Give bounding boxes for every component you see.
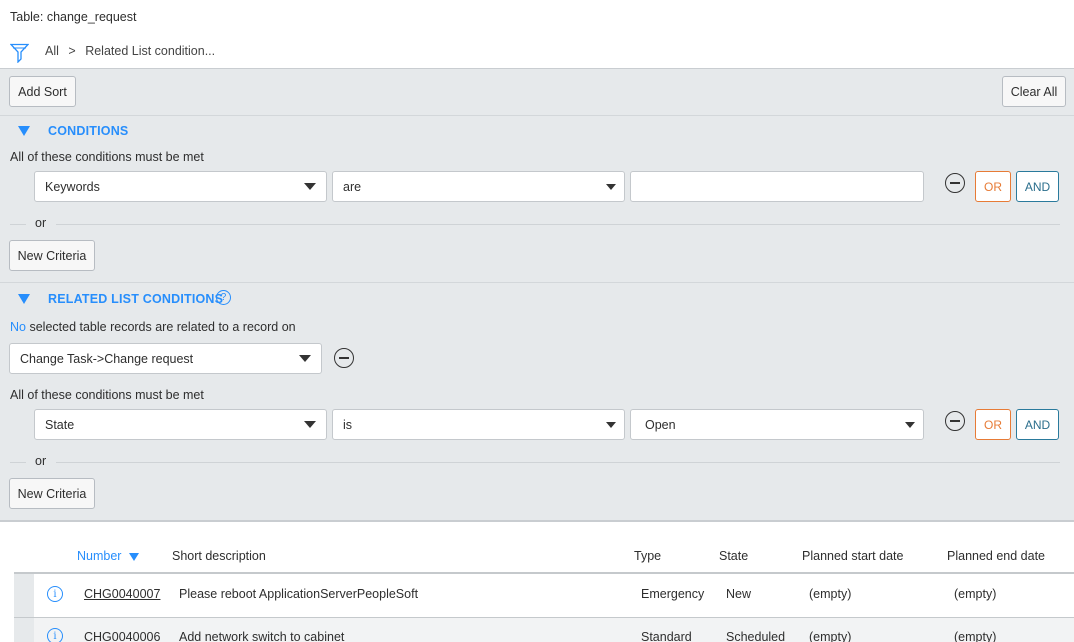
filter-icon[interactable] — [9, 43, 30, 64]
condition-field-select[interactable]: Keywords — [34, 171, 327, 202]
row-gutter — [14, 618, 34, 642]
related-operator-value: is — [343, 417, 353, 432]
row-planned-end: (empty) — [954, 630, 997, 642]
chevron-down-icon — [299, 355, 311, 362]
chevron-down-icon — [304, 421, 316, 428]
related-field-value: State — [45, 417, 75, 432]
collapse-conditions-icon[interactable] — [18, 126, 30, 136]
and-button[interactable]: AND — [1016, 409, 1059, 440]
add-sort-button[interactable]: Add Sort — [9, 76, 76, 107]
column-header-state[interactable]: State — [719, 549, 748, 563]
or-divider-right — [56, 462, 1060, 463]
chevron-down-icon — [304, 183, 316, 190]
remove-condition-icon[interactable] — [945, 173, 965, 193]
remove-related-icon[interactable] — [334, 348, 354, 368]
breadcrumb-current[interactable]: Related List condition... — [85, 44, 215, 58]
row-type: Standard — [641, 630, 692, 642]
chevron-down-icon — [606, 422, 616, 428]
condition-operator-select[interactable]: are — [332, 171, 625, 202]
or-button[interactable]: OR — [975, 409, 1011, 440]
new-criteria-button[interactable]: New Criteria — [9, 478, 95, 509]
or-divider-left — [10, 224, 26, 225]
column-header-type[interactable]: Type — [634, 549, 661, 563]
row-short-description: Add network switch to cabinet — [179, 630, 345, 642]
breadcrumb-separator: > — [68, 44, 76, 58]
row-state: Scheduled — [726, 630, 786, 642]
row-number-link[interactable]: CHG0040007 — [84, 587, 160, 601]
related-title[interactable]: RELATED LIST CONDITIONS — [48, 292, 223, 306]
condition-field-value: Keywords — [45, 179, 100, 194]
condition-operator-value: are — [343, 179, 362, 194]
or-button[interactable]: OR — [975, 171, 1011, 202]
row-planned-start: (empty) — [809, 630, 852, 642]
and-button[interactable]: AND — [1016, 171, 1059, 202]
column-header-planned-end[interactable]: Planned end date — [947, 549, 1045, 563]
or-separator: or — [35, 216, 47, 230]
related-quantity-link[interactable]: No — [10, 320, 26, 334]
column-header-number[interactable]: Number — [77, 549, 139, 563]
column-header-number-label: Number — [77, 549, 122, 563]
breadcrumb: All > Related List condition... — [45, 44, 215, 58]
chevron-down-icon — [905, 422, 915, 428]
or-divider-left — [10, 462, 26, 463]
divider — [0, 282, 1074, 283]
related-value-select[interactable]: Open — [630, 409, 924, 440]
sort-descending-icon — [128, 552, 139, 561]
related-text: selected table records are related to a … — [29, 320, 296, 334]
table-row — [14, 574, 1074, 617]
remove-condition-icon[interactable] — [945, 411, 965, 431]
help-icon-glyph: ? — [220, 292, 227, 303]
condition-value-input[interactable] — [630, 171, 924, 202]
related-operator-select[interactable]: is — [332, 409, 625, 440]
related-must-be-met: All of these conditions must be met — [10, 388, 204, 402]
divider — [0, 115, 1074, 116]
new-criteria-button[interactable]: New Criteria — [9, 240, 95, 271]
collapse-related-icon[interactable] — [18, 294, 30, 304]
column-header-short-description[interactable]: Short description — [172, 549, 266, 563]
conditions-must-be-met: All of these conditions must be met — [10, 150, 204, 164]
related-description: No selected table records are related to… — [10, 320, 296, 334]
info-icon[interactable]: i — [47, 628, 63, 642]
or-divider-right — [56, 224, 1060, 225]
clear-all-button[interactable]: Clear All — [1002, 76, 1066, 107]
chevron-down-icon — [606, 184, 616, 190]
row-planned-start: (empty) — [809, 587, 852, 601]
row-short-description: Please reboot ApplicationServerPeopleSof… — [179, 587, 419, 601]
related-table-select[interactable]: Change Task->Change request — [9, 343, 322, 374]
row-state: New — [726, 587, 752, 601]
breadcrumb-all[interactable]: All — [45, 44, 59, 58]
or-separator: or — [35, 454, 47, 468]
conditions-title[interactable]: CONDITIONS — [48, 124, 128, 138]
row-planned-end: (empty) — [954, 587, 997, 601]
row-gutter — [14, 574, 34, 617]
table-row — [14, 618, 1074, 642]
column-header-planned-start[interactable]: Planned start date — [802, 549, 903, 563]
related-table-value: Change Task->Change request — [20, 351, 194, 366]
row-type: Emergency — [641, 587, 705, 601]
info-icon[interactable]: i — [47, 586, 63, 602]
help-icon[interactable]: ? — [216, 290, 231, 305]
row-number-link[interactable]: CHG0040006 — [84, 630, 160, 642]
related-field-select[interactable]: State — [34, 409, 327, 440]
table-label: Table: change_request — [10, 10, 137, 24]
related-value-value: Open — [645, 417, 676, 432]
